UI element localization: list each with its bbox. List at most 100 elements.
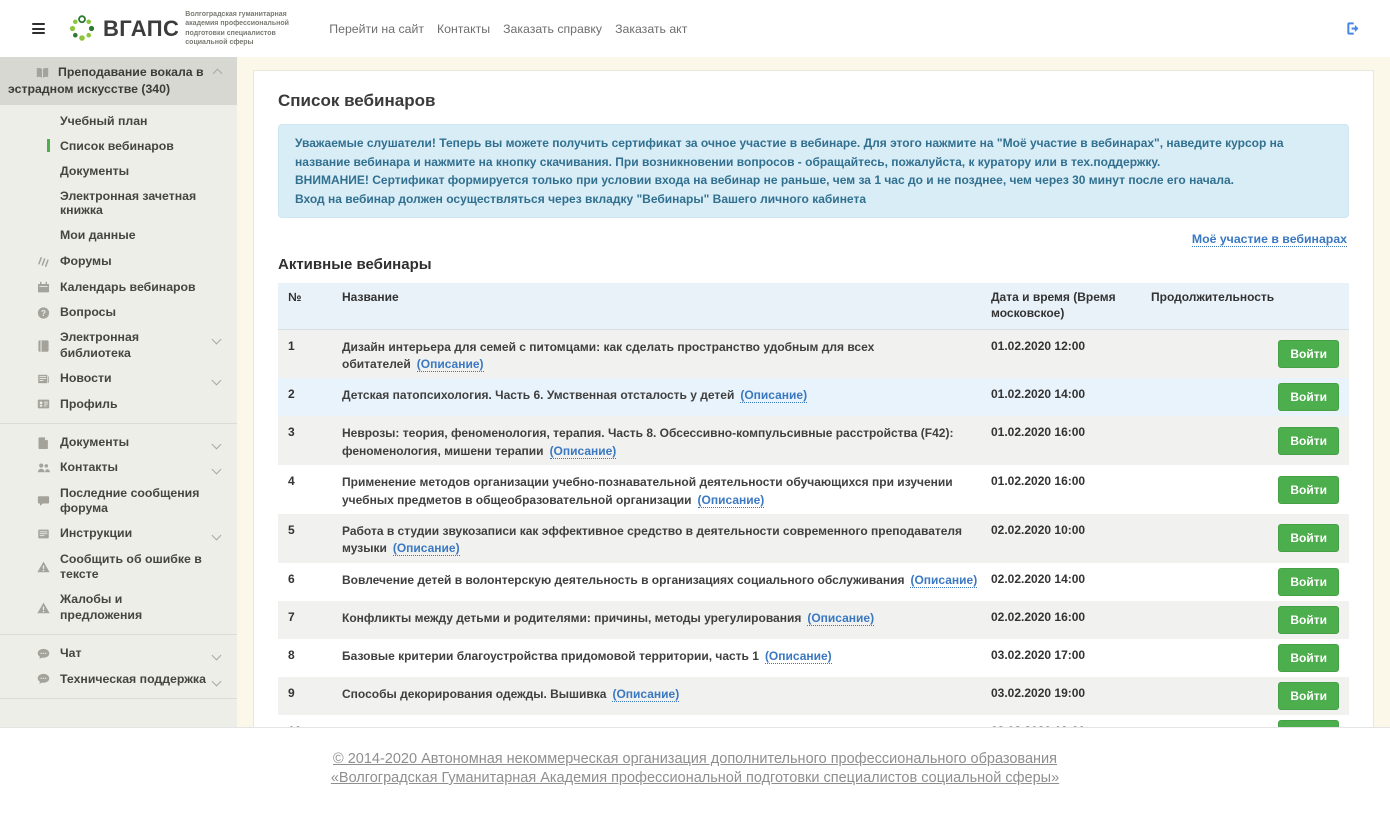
webinar-name-cell: Базовые критерии благоустройства придомо… bbox=[342, 648, 981, 665]
actions-cell: Войти bbox=[1278, 476, 1339, 504]
top-nav-link[interactable]: Перейти на сайт bbox=[329, 22, 424, 36]
chevron-down-icon bbox=[212, 335, 222, 345]
sidebar-item-label: Последние сообщения форума bbox=[60, 486, 207, 517]
sidebar-item[interactable]: Новости bbox=[0, 366, 237, 391]
enter-button[interactable]: Войти bbox=[1278, 340, 1339, 368]
webinar-name-cell: Применение методов организации учебно-по… bbox=[342, 474, 981, 509]
top-nav-link[interactable]: Контакты bbox=[437, 22, 490, 36]
webinar-datetime: 02.02.2020 14:00 bbox=[991, 572, 1141, 586]
contacts-icon bbox=[36, 461, 51, 475]
description-link[interactable]: (Описание) bbox=[612, 687, 679, 702]
sidebar-item[interactable]: Вопросы bbox=[0, 300, 237, 325]
description-link[interactable]: (Описание) bbox=[393, 541, 460, 556]
sidebar-subitem-label: Электронная зачетная книжка bbox=[60, 189, 196, 217]
sidebar-item-label: Чат bbox=[60, 646, 82, 661]
sidebar-subitem[interactable]: Электронная зачетная книжка bbox=[0, 183, 237, 222]
sidebar-subitem-label: Учебный план bbox=[60, 114, 147, 128]
chevron-down-icon bbox=[212, 439, 222, 449]
enter-button[interactable]: Войти bbox=[1278, 476, 1339, 504]
chevron-down-icon bbox=[212, 531, 222, 541]
sidebar-subitem[interactable]: Учебный план bbox=[0, 108, 237, 133]
description-link[interactable]: (Описание) bbox=[910, 573, 977, 588]
top-header: ВГАПС Волгоградская гуманитарная академи… bbox=[0, 0, 1390, 57]
enter-button[interactable]: Войти bbox=[1278, 524, 1339, 552]
enter-button[interactable]: Войти bbox=[1278, 644, 1339, 672]
sidebar-item[interactable]: Инструкции bbox=[0, 521, 237, 546]
enter-button[interactable]: Войти bbox=[1278, 383, 1339, 411]
enter-button[interactable]: Войти bbox=[1278, 606, 1339, 634]
sidebar-item[interactable]: Техническая поддержка bbox=[0, 667, 237, 692]
webinar-datetime: 01.02.2020 14:00 bbox=[991, 387, 1141, 401]
logo-icon bbox=[67, 14, 97, 44]
webinar-title: Базовые критерии благоустройства придомо… bbox=[342, 649, 759, 663]
enter-button[interactable]: Войти bbox=[1278, 682, 1339, 710]
logout-icon[interactable] bbox=[1345, 20, 1362, 37]
warning-icon bbox=[36, 601, 51, 615]
table-body: 1 Дизайн интерьера для семей с питомцами… bbox=[278, 330, 1349, 753]
content-card: Список вебинаров Уважаемые слушатели! Те… bbox=[253, 70, 1374, 778]
enter-button[interactable]: Войти bbox=[1278, 568, 1339, 596]
logo-text: ВГАПС bbox=[103, 16, 179, 42]
menu-toggle-icon[interactable] bbox=[30, 19, 47, 38]
question-icon bbox=[36, 306, 51, 320]
actions-cell: Войти bbox=[1278, 427, 1339, 455]
webinar-name-cell: Неврозы: теория, феноменология, терапия.… bbox=[342, 425, 981, 460]
description-link[interactable]: (Описание) bbox=[807, 611, 874, 626]
sidebar-subitem[interactable]: Документы bbox=[0, 158, 237, 183]
sidebar-item-label: Документы bbox=[60, 435, 129, 450]
sidebar-item[interactable]: Жалобы и предложения bbox=[0, 587, 237, 628]
sidebar-subitem[interactable]: Мои данные bbox=[0, 222, 237, 247]
enter-button[interactable]: Войти bbox=[1278, 427, 1339, 455]
sidebar-item[interactable]: Форумы bbox=[0, 249, 237, 274]
warning-icon bbox=[36, 560, 51, 574]
my-participation-link[interactable]: Моё участие в вебинарах bbox=[1192, 232, 1347, 247]
chevron-up-icon bbox=[213, 69, 223, 79]
sidebar-item-label: Инструкции bbox=[60, 526, 132, 541]
column-header-duration: Продолжительность bbox=[1151, 290, 1269, 306]
sidebar-item-label: Форумы bbox=[60, 254, 112, 269]
divider bbox=[0, 698, 237, 699]
actions-cell: Войти bbox=[1278, 524, 1339, 552]
footer-link-line1[interactable]: © 2014-2020 Автономная некоммерческая ор… bbox=[0, 751, 1390, 767]
webinar-title: Неврозы: теория, феноменология, терапия.… bbox=[342, 426, 953, 457]
course-submenu: Учебный план Список вебинаров Документы … bbox=[0, 105, 237, 249]
sidebar-course-header[interactable]: Преподавание вокала в эстрадном искусств… bbox=[0, 57, 237, 105]
table-row: 9 Способы декорирования одежды. Вышивка(… bbox=[278, 677, 1349, 715]
actions-cell: Войти bbox=[1278, 340, 1339, 368]
description-link[interactable]: (Описание) bbox=[698, 493, 765, 508]
sidebar-item[interactable]: Последние сообщения форума bbox=[0, 481, 237, 522]
divider bbox=[0, 423, 237, 424]
footer: © 2014-2020 Автономная некоммерческая ор… bbox=[0, 727, 1390, 830]
description-link[interactable]: (Описание) bbox=[550, 444, 617, 459]
webinar-title: Конфликты между детьми и родителями: при… bbox=[342, 611, 801, 625]
content-area: Список вебинаров Уважаемые слушатели! Те… bbox=[237, 57, 1390, 727]
description-link[interactable]: (Описание) bbox=[417, 357, 484, 372]
table-header: № Название Дата и время (Время московско… bbox=[278, 283, 1349, 329]
description-link[interactable]: (Описание) bbox=[740, 388, 807, 403]
sidebar-item[interactable]: Календарь вебинаров bbox=[0, 275, 237, 300]
sidebar-item[interactable]: Электронная библиотека bbox=[0, 325, 237, 366]
sidebar-item[interactable]: Профиль bbox=[0, 392, 237, 417]
sidebar-item[interactable]: Сообщить об ошибке в тексте bbox=[0, 547, 237, 588]
support-icon bbox=[36, 672, 51, 686]
column-header-name: Название bbox=[342, 290, 981, 306]
footer-link-line2[interactable]: «Волгоградская Гуманитарная Академия про… bbox=[0, 770, 1390, 786]
sidebar-item[interactable]: Чат bbox=[0, 641, 237, 666]
webinar-title: Вовлечение детей в волонтерскую деятельн… bbox=[342, 573, 904, 587]
sidebar-item[interactable]: Документы bbox=[0, 430, 237, 455]
news-icon bbox=[36, 372, 51, 386]
top-nav-link[interactable]: Заказать справку bbox=[503, 22, 602, 36]
chevron-down-icon bbox=[212, 465, 222, 475]
webinar-title: Детская патопсихология. Часть 6. Умствен… bbox=[342, 388, 734, 402]
description-link[interactable]: (Описание) bbox=[765, 649, 832, 664]
sidebar: Преподавание вокала в эстрадном искусств… bbox=[0, 57, 237, 727]
logo[interactable]: ВГАПС Волгоградская гуманитарная академи… bbox=[67, 10, 305, 46]
row-number: 2 bbox=[288, 387, 332, 401]
sidebar-subitem[interactable]: Список вебинаров bbox=[0, 133, 237, 158]
sidebar-item-label: Сообщить об ошибке в тексте bbox=[60, 552, 207, 583]
sidebar-item[interactable]: Контакты bbox=[0, 455, 237, 480]
top-nav-link[interactable]: Заказать акт bbox=[615, 22, 687, 36]
webinar-name-cell: Работа в студии звукозаписи как эффектив… bbox=[342, 523, 981, 558]
chevron-down-icon bbox=[212, 376, 222, 386]
sidebar-menu-tools: Документы Контакты Последние сообщения ф… bbox=[0, 430, 237, 628]
